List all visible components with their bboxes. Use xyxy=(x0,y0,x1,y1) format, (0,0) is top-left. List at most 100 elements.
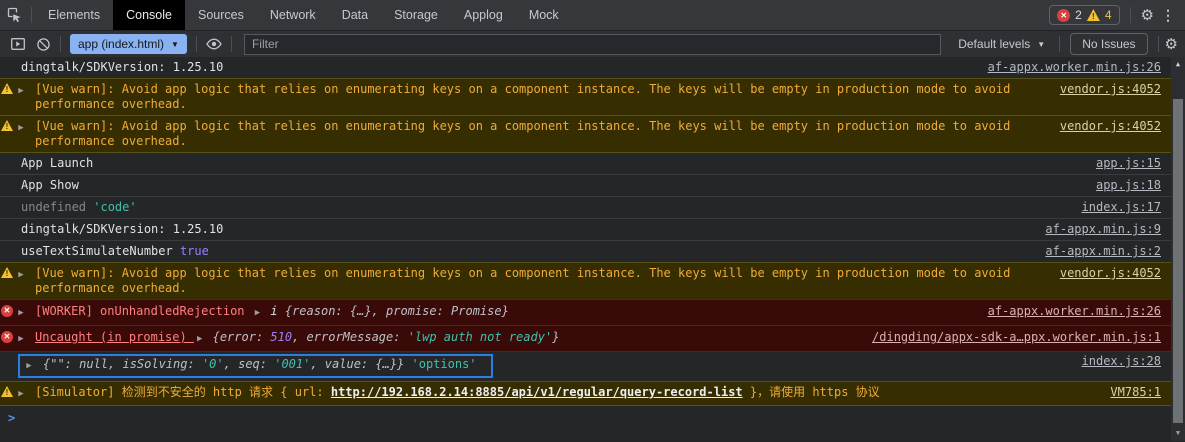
divider xyxy=(1059,36,1060,52)
console-sidebar-toggle-icon[interactable] xyxy=(7,33,29,55)
source-link[interactable]: app.js:15 xyxy=(1080,156,1171,171)
source-link[interactable]: vendor.js:4052 xyxy=(1044,266,1171,281)
tab-network[interactable]: Network xyxy=(257,0,329,30)
live-expression-eye-icon[interactable] xyxy=(203,33,225,55)
warning-count-icon: ! xyxy=(1087,9,1100,21)
console-prompt-chevron-icon: > xyxy=(8,411,15,425)
console-messages: dingtalk/SDKVersion: 1.25.10 af-appx.work… xyxy=(0,57,1185,406)
tab-storage[interactable]: Storage xyxy=(381,0,451,30)
issues-counter-badge[interactable]: ✕ 2 ! 4 xyxy=(1049,5,1119,25)
console-message: !▶ [Vue warn]: Avoid app logic that relie… xyxy=(0,262,1171,300)
source-link[interactable]: app.js:18 xyxy=(1080,178,1171,193)
error-icon: ✕ xyxy=(0,304,14,317)
message-icon-spacer xyxy=(0,156,14,157)
source-link[interactable]: af-appx.worker.min.js:26 xyxy=(972,304,1171,319)
console-message: ✕▶ Uncaught (in promise) ▶ {error: 510, e… xyxy=(0,325,1171,352)
source-link[interactable]: af-appx.worker.min.js:26 xyxy=(972,60,1171,75)
more-options-icon[interactable]: ⋮ xyxy=(1161,7,1175,24)
log-levels-dropdown[interactable]: Default levels ▼ xyxy=(950,37,1053,51)
console-message: App Launch app.js:15 xyxy=(0,153,1171,175)
divider xyxy=(1130,7,1131,23)
console-message: App Showapp.js:18 xyxy=(0,175,1171,197)
scrollbar-thumb[interactable] xyxy=(1173,99,1183,423)
source-link[interactable]: af-appx.min.js:2 xyxy=(1029,244,1171,259)
tab-elements[interactable]: Elements xyxy=(35,0,113,30)
context-selector-label: app (index.html) xyxy=(78,37,164,51)
filter-input[interactable] xyxy=(244,34,941,55)
console-toolbar: app (index.html) ▼ Default levels ▼ No I… xyxy=(0,30,1185,57)
message-text: Uncaught (in promise) ▶ {error: 510, err… xyxy=(35,330,559,347)
message-text: dingtalk/SDKVersion: 1.25.10 xyxy=(21,60,223,75)
warning-icon: ! xyxy=(0,266,14,278)
console-message: useTextSimulateNumber true af-appx.min.js… xyxy=(0,241,1171,263)
message-text: [Vue warn]: Avoid app logic that relies … xyxy=(35,119,1010,149)
message-text: [Vue warn]: Avoid app logic that relies … xyxy=(35,266,1010,296)
expand-arrow-icon[interactable]: ▶ xyxy=(14,119,28,136)
console-message: dingtalk/SDKVersion: 1.25.10 af-appx.min.… xyxy=(0,219,1171,241)
scrollbar[interactable]: ▲ ▼ xyxy=(1171,57,1185,441)
error-count-icon: ✕ xyxy=(1057,9,1070,22)
clear-console-icon[interactable] xyxy=(32,33,54,55)
scroll-up-icon[interactable]: ▲ xyxy=(1171,57,1185,72)
tab-applog[interactable]: Applog xyxy=(451,0,516,30)
expand-arrow-icon[interactable]: ▶ xyxy=(14,330,28,347)
source-link[interactable]: vendor.js:4052 xyxy=(1044,119,1171,134)
console-settings-gear-icon[interactable]: ⚙ xyxy=(1165,35,1178,53)
console-message: dingtalk/SDKVersion: 1.25.10 af-appx.work… xyxy=(0,57,1171,79)
expand-arrow-icon[interactable]: ▶ xyxy=(22,357,36,374)
log-levels-label: Default levels xyxy=(958,37,1030,51)
message-text: useTextSimulateNumber true xyxy=(21,244,209,259)
tab-sources[interactable]: Sources xyxy=(185,0,257,30)
expand-arrow-icon[interactable]: ▶ xyxy=(14,266,28,283)
source-link[interactable]: vendor.js:4052 xyxy=(1044,82,1171,97)
divider xyxy=(60,36,61,52)
javascript-context-selector[interactable]: app (index.html) ▼ xyxy=(70,34,187,54)
inspect-element-icon[interactable] xyxy=(0,0,28,30)
expand-arrow-icon[interactable]: ▶ xyxy=(14,304,28,321)
error-icon: ✕ xyxy=(0,330,14,343)
console-message: undefined 'code' index.js:17 xyxy=(0,197,1171,219)
console-message: ✕▶ [WORKER] onUnhandledRejection ▶ i {rea… xyxy=(0,299,1171,326)
warning-count: 4 xyxy=(1105,8,1112,22)
warning-icon: ! xyxy=(0,119,14,131)
divider xyxy=(231,36,232,52)
tab-console[interactable]: Console xyxy=(113,0,185,30)
console-message: !▶ [Simulator] 检测到不安全的 http 请求 { url: htt… xyxy=(0,381,1171,406)
message-text: [Simulator] 检测到不安全的 http 请求 { url: http:… xyxy=(35,385,880,400)
divider xyxy=(1158,36,1159,52)
source-link[interactable]: VM785:1 xyxy=(1094,385,1171,400)
console-prompt-row[interactable]: > xyxy=(0,406,1185,430)
console-message: !▶ [Vue warn]: Avoid app logic that relie… xyxy=(0,115,1171,153)
panel-tabs: ElementsConsoleSourcesNetworkDataStorage… xyxy=(35,0,572,30)
source-link[interactable]: index.js:17 xyxy=(1066,200,1171,215)
devtools-tabbar: ElementsConsoleSourcesNetworkDataStorage… xyxy=(0,0,1185,30)
message-icon-spacer xyxy=(0,178,14,179)
tab-data[interactable]: Data xyxy=(329,0,381,30)
warning-icon: ! xyxy=(0,82,14,94)
console-panel: dingtalk/SDKVersion: 1.25.10 af-appx.work… xyxy=(0,57,1185,441)
devtools-window: ElementsConsoleSourcesNetworkDataStorage… xyxy=(0,0,1185,441)
message-icon-spacer xyxy=(0,60,14,61)
scroll-down-icon[interactable]: ▼ xyxy=(1171,426,1185,441)
settings-gear-icon[interactable]: ⚙ xyxy=(1141,6,1154,24)
message-text: [WORKER] onUnhandledRejection ▶ i {reaso… xyxy=(35,304,509,321)
message-icon-spacer xyxy=(0,244,14,245)
expand-arrow-icon[interactable]: ▶ xyxy=(14,82,28,99)
divider xyxy=(196,36,197,52)
message-text: undefined 'code' xyxy=(21,200,137,215)
divider xyxy=(31,7,32,23)
console-message: !▶[Vue warn]: Avoid app logic that relie… xyxy=(0,78,1171,116)
message-text: {"": null, isSolving: '0', seq: '001', v… xyxy=(43,357,477,372)
source-link[interactable]: index.js:28 xyxy=(1066,354,1171,369)
source-link[interactable]: /dingding/appx-sdk-a…ppx.worker.min.js:1 xyxy=(856,330,1171,345)
message-text: App Launch xyxy=(21,156,93,171)
expand-arrow-icon[interactable]: ▶ xyxy=(14,385,28,402)
no-issues-button[interactable]: No Issues xyxy=(1070,33,1147,55)
chevron-down-icon: ▼ xyxy=(171,40,179,49)
source-link[interactable]: af-appx.min.js:9 xyxy=(1029,222,1171,237)
message-icon-spacer xyxy=(0,200,14,201)
warning-icon: ! xyxy=(0,385,14,397)
message-text: dingtalk/SDKVersion: 1.25.10 xyxy=(21,222,223,237)
tab-mock[interactable]: Mock xyxy=(516,0,572,30)
error-count: 2 xyxy=(1075,8,1082,22)
